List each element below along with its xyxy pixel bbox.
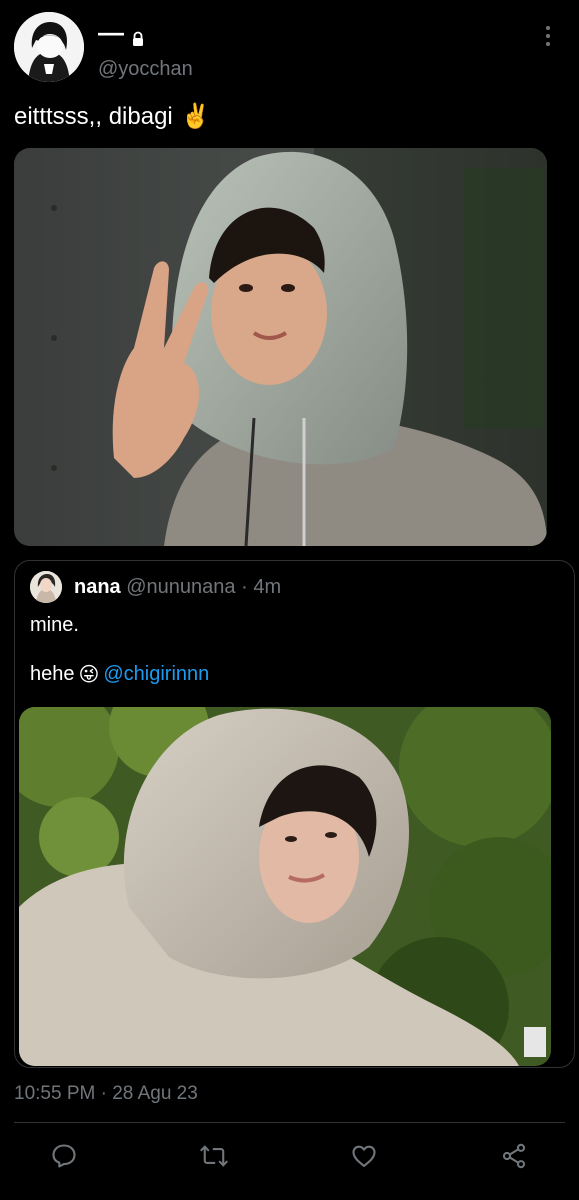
mention-link[interactable]: @chigirinnn bbox=[103, 663, 209, 686]
quote-text-hehe: hehe bbox=[30, 663, 75, 685]
author-display-name[interactable]: — bbox=[98, 18, 146, 46]
lock-icon bbox=[130, 24, 146, 46]
tweet-text-body: eitttsss,, dibagi bbox=[14, 102, 173, 130]
quote-meta: nana @nununana · 4m bbox=[74, 576, 281, 599]
victory-hand-emoji: ✌️ bbox=[180, 103, 211, 130]
like-icon[interactable] bbox=[346, 1138, 382, 1174]
reply-icon[interactable] bbox=[46, 1138, 82, 1174]
action-bar bbox=[0, 1138, 579, 1178]
quote-separator: · bbox=[241, 576, 248, 598]
tweet-detail-screen: — @yocchan eitttsss,, dibagi ✌️ nana @nu… bbox=[0, 0, 579, 1200]
retweet-icon[interactable] bbox=[196, 1138, 232, 1174]
author-handle[interactable]: @yocchan bbox=[98, 58, 193, 81]
author-avatar[interactable] bbox=[14, 12, 84, 82]
quoted-tweet-photo[interactable] bbox=[19, 707, 551, 1066]
winking-tongue-emoji: 😜 bbox=[78, 664, 100, 686]
tweet-photo[interactable] bbox=[14, 148, 547, 546]
quote-author-avatar[interactable] bbox=[30, 571, 62, 603]
display-name-text: — bbox=[98, 17, 124, 47]
share-icon[interactable] bbox=[496, 1138, 532, 1174]
divider bbox=[14, 1122, 565, 1123]
quote-text-line2: hehe 😜 @chigirinnn bbox=[30, 662, 209, 687]
tweet-text: eitttsss,, dibagi ✌️ bbox=[14, 102, 211, 131]
quote-text-line1: mine. bbox=[30, 614, 79, 636]
quote-author-name[interactable]: nana bbox=[74, 576, 121, 598]
quote-author-handle[interactable]: @nununana bbox=[126, 576, 235, 598]
more-vertical-icon[interactable] bbox=[536, 24, 560, 48]
tweet-timestamp: 10:55 PM · 28 Agu 23 bbox=[14, 1083, 198, 1104]
quote-time: 4m bbox=[253, 576, 282, 598]
